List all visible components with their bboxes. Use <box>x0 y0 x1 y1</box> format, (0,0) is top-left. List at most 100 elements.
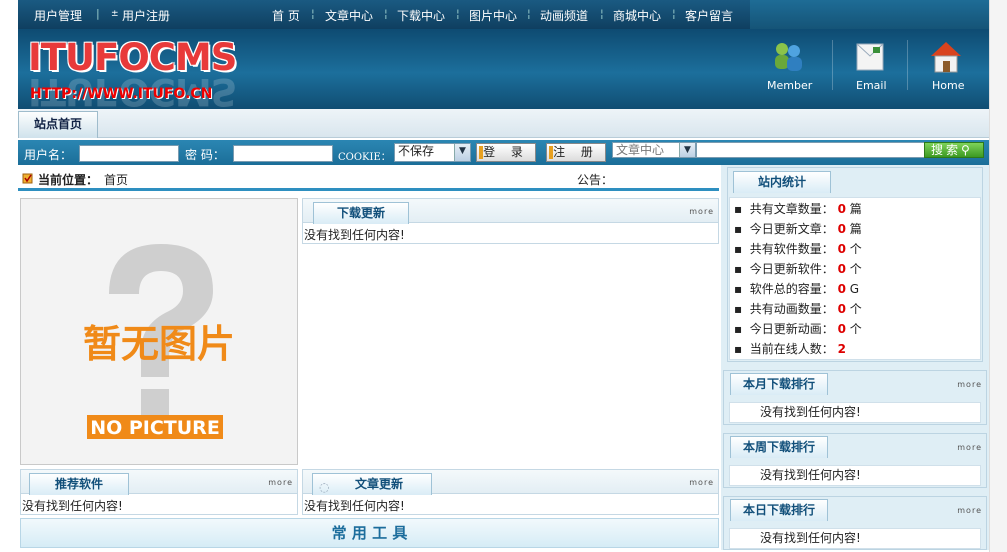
nav-separator: ¦ <box>311 7 315 20</box>
register-button[interactable]: 注 册 <box>546 143 606 162</box>
search-button[interactable]: 搜索⚲ <box>924 142 984 158</box>
nav-separator: ¦ <box>672 7 676 20</box>
stat-row: ▪ 共有文章数量： 0 篇 <box>734 202 862 216</box>
search-button-label: 搜索 <box>931 143 962 157</box>
nav-downloads[interactable]: 下载中心 <box>397 7 445 24</box>
article-update-panel: ◌ 文章更新 more 没有找到任何内容! <box>302 469 719 515</box>
password-input[interactable] <box>233 145 333 162</box>
button-accent <box>549 146 553 159</box>
empty-message: 没有找到任何内容! <box>729 528 981 549</box>
login-button-label: 登 录 <box>483 145 529 159</box>
home-label[interactable]: Home <box>932 79 964 92</box>
stat-value: 0 <box>837 262 846 276</box>
more-link[interactable]: more <box>689 478 714 487</box>
register-button-label: 注 册 <box>553 145 599 159</box>
stat-unit: 篇 <box>849 222 862 236</box>
more-link[interactable]: more <box>268 478 293 487</box>
chevron-down-icon: ▼ <box>454 144 470 161</box>
user-register-link[interactable]: 用户注册 <box>122 7 170 24</box>
stat-unit: 个 <box>849 322 862 336</box>
nav-separator: | <box>96 7 100 20</box>
nav-guestbook[interactable]: 客户留言 <box>685 7 733 24</box>
section-nav-strip <box>18 109 989 138</box>
nav-animation[interactable]: 动画频道 <box>540 7 588 24</box>
tab-site-home[interactable]: 站点首页 <box>18 111 98 138</box>
empty-message: 没有找到任何内容! <box>729 465 981 486</box>
empty-message: 没有找到任何内容! <box>304 228 405 242</box>
tab-site-stats[interactable]: 站内统计 <box>733 171 831 193</box>
nav-separator: ¦ <box>456 7 460 20</box>
no-picture-en: NO PICTURE <box>90 417 220 439</box>
login-button[interactable]: 登 录 <box>476 143 536 162</box>
tab-monthly-rank[interactable]: 本月下载排行 <box>730 373 828 395</box>
search-input[interactable] <box>696 142 926 158</box>
stat-label: 今日更新软件： <box>749 262 834 276</box>
more-link[interactable]: more <box>957 380 982 389</box>
stat-label: 今日更新动画： <box>749 322 834 336</box>
nav-shop[interactable]: 商城中心 <box>613 7 661 24</box>
site-logo[interactable]: ITUFOCMS <box>28 36 237 79</box>
tab-daily-rank[interactable]: 本日下载排行 <box>730 499 828 521</box>
common-tools-header: 常 用 工 具 <box>20 518 719 548</box>
stat-value: 2 <box>837 342 846 356</box>
monthly-download-rank-panel: 本月下载排行 more 没有找到任何内容! <box>723 370 987 425</box>
empty-message: 没有找到任何内容! <box>22 499 123 513</box>
stat-label: 今日更新文章： <box>749 222 834 236</box>
banner-divider <box>907 40 908 90</box>
recommended-software-panel: 推荐软件 more 没有找到任何内容! <box>20 469 298 515</box>
stat-value: 0 <box>837 322 846 336</box>
more-link[interactable]: more <box>689 207 714 216</box>
no-picture-cn: 暂无图片 <box>83 322 235 366</box>
cookie-select-value: 不保存 <box>398 144 435 158</box>
stat-label: 共有文章数量： <box>749 202 834 216</box>
stat-label: 当前在线人数： <box>749 342 834 356</box>
stat-value: 0 <box>837 222 846 236</box>
download-update-panel: 下载更新 more 没有找到任何内容! <box>302 198 719 244</box>
email-icon[interactable] <box>853 40 887 74</box>
nav-separator: ¦ <box>600 7 604 20</box>
more-link[interactable]: more <box>957 506 982 515</box>
tab-download-update[interactable]: 下载更新 <box>313 202 409 224</box>
notice-label: 公告： <box>577 173 614 187</box>
tab-recommended-software[interactable]: 推荐软件 <box>29 473 129 495</box>
cookie-select[interactable]: 不保存 ▼ <box>394 143 471 162</box>
empty-message: 没有找到任何内容! <box>729 402 981 423</box>
search-category-select[interactable]: 文章中心 ▼ <box>612 142 696 158</box>
stat-row: ▪ 软件总的容量： 0 G <box>734 282 860 296</box>
email-label[interactable]: Email <box>856 79 887 92</box>
stat-unit: 篇 <box>849 202 862 216</box>
more-link[interactable]: more <box>957 443 982 452</box>
stat-row: ▪ 今日更新文章： 0 篇 <box>734 222 862 236</box>
stat-unit: 个 <box>849 242 862 256</box>
register-bullet-icon: ± <box>111 9 119 19</box>
user-manage-link[interactable]: 用户管理 <box>34 7 82 24</box>
page-scrollbar[interactable] <box>989 0 1007 552</box>
tab-article-update[interactable]: ◌ 文章更新 <box>312 473 432 495</box>
stat-row: ▪ 共有软件数量： 0 个 <box>734 242 862 256</box>
empty-message: 没有找到任何内容! <box>304 499 405 513</box>
stat-value: 0 <box>837 202 846 216</box>
stat-unit: 个 <box>849 262 862 276</box>
breadcrumb-home[interactable]: 首页 <box>104 171 128 188</box>
password-label: 密 码： <box>185 148 225 162</box>
stat-value: 0 <box>837 302 846 316</box>
tab-weekly-rank[interactable]: 本周下载排行 <box>730 436 828 458</box>
featured-picture[interactable]: 暂无图片 NO PICTURE <box>20 198 298 465</box>
username-input[interactable] <box>79 145 179 162</box>
username-label: 用户名： <box>24 148 73 162</box>
nav-separator: ¦ <box>384 7 388 20</box>
stat-unit: G <box>849 282 860 296</box>
stat-row: ▪ 今日更新动画： 0 个 <box>734 322 862 336</box>
site-url: HTTP://WWW.ITUFO.CN <box>30 86 213 102</box>
member-label[interactable]: Member <box>767 79 812 92</box>
location-icon <box>22 173 33 184</box>
nav-pictures[interactable]: 图片中心 <box>469 7 517 24</box>
tab-article-update-label: 文章更新 <box>354 477 403 491</box>
home-icon[interactable] <box>929 40 963 74</box>
loading-spinner-icon: ◌ <box>319 480 330 494</box>
nav-articles[interactable]: 文章中心 <box>325 7 373 24</box>
nav-home[interactable]: 首 页 <box>272 7 300 24</box>
stat-label: 共有软件数量： <box>749 242 834 256</box>
member-icon[interactable] <box>771 40 805 74</box>
button-accent <box>479 146 483 159</box>
